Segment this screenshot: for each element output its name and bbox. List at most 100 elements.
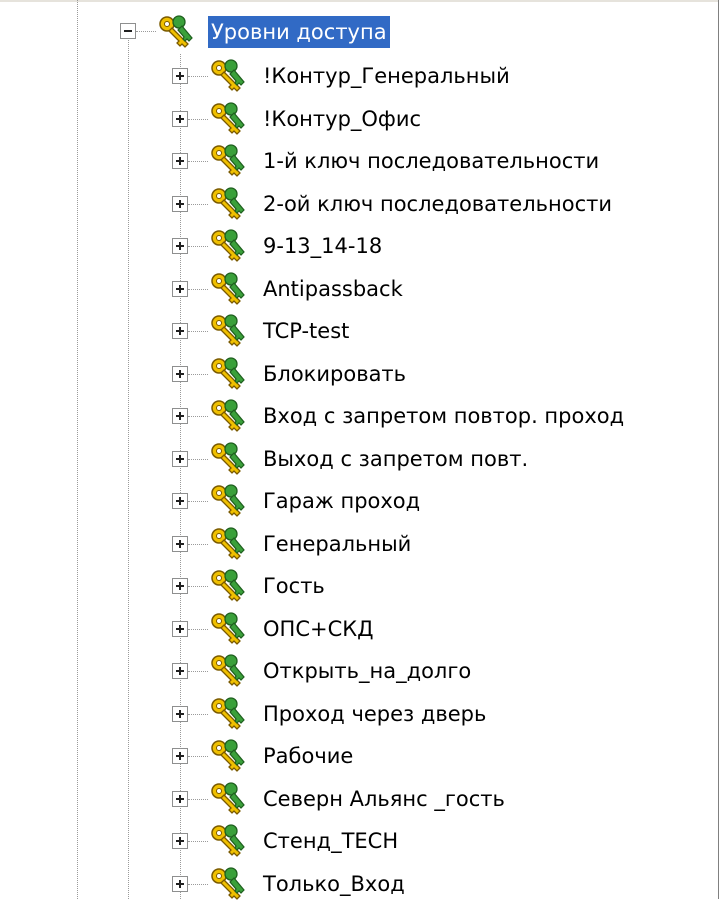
keys-icon [211, 569, 245, 602]
tree-node-label[interactable]: Стенд_TECH [260, 825, 401, 857]
tree-node-label[interactable]: Северн Альянс _гость [260, 783, 508, 815]
tree-node[interactable]: Выход с запретом повт. [0, 437, 718, 481]
tree-node[interactable]: Гараж проход [0, 479, 718, 523]
tree-node-label[interactable]: ОПС+СКД [260, 613, 377, 645]
expand-toggle[interactable] [172, 876, 188, 892]
tree-connector [188, 289, 208, 290]
keys-icon [211, 187, 245, 220]
keys-icon [211, 697, 245, 730]
expand-toggle[interactable] [172, 111, 188, 127]
expand-toggle[interactable] [172, 366, 188, 382]
expand-toggle[interactable] [172, 323, 188, 339]
tree-connector [188, 331, 208, 332]
expand-toggle[interactable] [172, 536, 188, 552]
tree-node[interactable]: Только_Вход [0, 862, 718, 906]
expand-toggle[interactable] [172, 408, 188, 424]
tree-node-label[interactable]: Antipassback [260, 273, 406, 305]
keys-icon [211, 399, 245, 432]
tree-node-label[interactable]: !Контур_Офис [260, 103, 424, 135]
expand-toggle[interactable] [172, 196, 188, 212]
tree-node-label[interactable]: Уровни доступа [208, 16, 390, 48]
tree-connector [136, 31, 156, 32]
tree-node[interactable]: Стенд_TECH [0, 819, 718, 863]
tree-node-label[interactable]: 2-ой ключ последовательности [260, 188, 615, 220]
tree-node-label[interactable]: Генеральный [260, 528, 414, 560]
window-frame-right [718, 0, 725, 899]
keys-icon [211, 527, 245, 560]
tree-view: Уровни доступа !Контур_Генеральный !Конту… [0, 0, 725, 900]
tree-node[interactable]: 9-13_14-18 [0, 224, 718, 268]
tree-node-root[interactable]: Уровни доступа [0, 10, 718, 54]
tree-connector [188, 246, 208, 247]
expand-toggle[interactable] [172, 68, 188, 84]
tree-node[interactable]: !Контур_Офис [0, 97, 718, 141]
tree-connector [188, 204, 208, 205]
expand-toggle[interactable] [172, 621, 188, 637]
tree-node[interactable]: Antipassback [0, 267, 718, 311]
tree-node-label[interactable]: 9-13_14-18 [260, 230, 385, 262]
tree-node[interactable]: !Контур_Генеральный [0, 54, 718, 98]
keys-icon [211, 357, 245, 390]
tree-node[interactable]: Открыть_на_долго [0, 649, 718, 693]
tree-node[interactable]: 2-ой ключ последовательности [0, 182, 718, 226]
expand-toggle[interactable] [172, 578, 188, 594]
expand-toggle[interactable] [172, 748, 188, 764]
tree-connector [188, 459, 208, 460]
tree-connector [188, 416, 208, 417]
tree-node[interactable]: 1-й ключ последовательности [0, 139, 718, 183]
tree-node[interactable]: Северн Альянс _гость [0, 777, 718, 821]
tree-node[interactable]: Проход через дверь [0, 692, 718, 736]
tree-node[interactable]: ОПС+СКД [0, 607, 718, 651]
keys-icon [211, 782, 245, 815]
tree-node-label[interactable]: Рабочие [260, 740, 356, 772]
tree-connector [188, 799, 208, 800]
keys-icon [211, 739, 245, 772]
tree-node-label[interactable]: TCP-test [260, 315, 352, 347]
tree-node[interactable]: Блокировать [0, 352, 718, 396]
keys-icon [211, 442, 245, 475]
keys-icon [211, 272, 245, 305]
tree-node-label[interactable]: Блокировать [260, 358, 409, 390]
tree-node[interactable]: Генеральный [0, 522, 718, 566]
expand-toggle[interactable] [172, 493, 188, 509]
tree-node-label[interactable]: Выход с запретом повт. [260, 443, 531, 475]
tree-node-label[interactable]: Гость [260, 570, 328, 602]
tree-node-label[interactable]: Только_Вход [260, 868, 408, 900]
expand-toggle[interactable] [172, 238, 188, 254]
keys-icon [211, 144, 245, 177]
tree-connector [188, 119, 208, 120]
tree-node-label[interactable]: Гараж проход [260, 485, 423, 517]
tree-connector [188, 756, 208, 757]
keys-icon [211, 654, 245, 687]
expand-toggle[interactable] [172, 451, 188, 467]
tree-connector [188, 629, 208, 630]
keys-icon [211, 824, 245, 857]
tree-node-label[interactable]: Вход с запретом повтор. проход [260, 400, 627, 432]
tree-node[interactable]: Вход с запретом повтор. проход [0, 394, 718, 438]
tree-connector [188, 161, 208, 162]
expand-toggle[interactable] [172, 663, 188, 679]
tree-node-label[interactable]: !Контур_Генеральный [260, 60, 513, 92]
expand-toggle[interactable] [172, 791, 188, 807]
tree-connector [188, 76, 208, 77]
tree-connector [188, 544, 208, 545]
tree-node[interactable]: TCP-test [0, 309, 718, 353]
tree-node-label[interactable]: Проход через дверь [260, 698, 489, 730]
collapse-toggle[interactable] [120, 23, 136, 39]
keys-icon [211, 867, 245, 900]
keys-icon [211, 314, 245, 347]
tree-node-label[interactable]: Открыть_на_долго [260, 655, 474, 687]
expand-toggle[interactable] [172, 706, 188, 722]
expand-toggle[interactable] [172, 281, 188, 297]
expand-toggle[interactable] [172, 833, 188, 849]
tree-node[interactable]: Гость [0, 564, 718, 608]
window-frame-top [0, 0, 725, 2]
keys-icon [211, 102, 245, 135]
keys-icon [211, 484, 245, 517]
tree-node-label[interactable]: 1-й ключ последовательности [260, 145, 602, 177]
tree-connector [188, 671, 208, 672]
expand-toggle[interactable] [172, 153, 188, 169]
tree-node[interactable]: Рабочие [0, 734, 718, 778]
tree-connector [188, 501, 208, 502]
tree-connector [188, 841, 208, 842]
